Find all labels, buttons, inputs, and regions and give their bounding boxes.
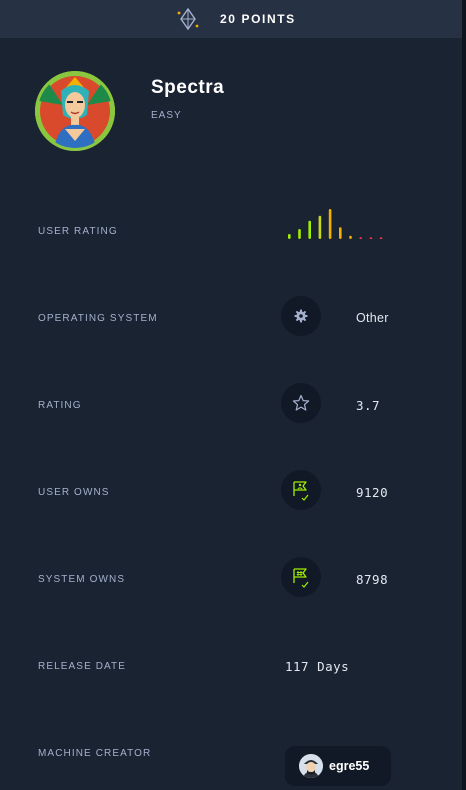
rating-bar-8 [359, 237, 362, 239]
machine-avatar [35, 71, 115, 151]
rating-bar-3 [308, 220, 311, 239]
os-value: Other [356, 311, 389, 325]
user-owns-value: 9120 [356, 485, 389, 500]
rating-bar-6 [339, 227, 342, 239]
release-date-label: RELEASE DATE [38, 661, 127, 672]
points-label: 20 POINTS [220, 12, 296, 26]
rating-bar-4 [318, 215, 322, 239]
os-label: OPERATING SYSTEM [38, 313, 158, 324]
gear-icon [294, 309, 308, 323]
rating-bar-9 [369, 237, 373, 239]
user-owns-label: USER OWNS [38, 487, 110, 498]
rating-bar-7 [349, 235, 352, 239]
rating-icon-circle [281, 383, 321, 423]
user-flag-icon [293, 481, 309, 501]
hexagon-diamond-icon [177, 8, 199, 30]
star-icon [292, 394, 310, 411]
creator-avatar [299, 754, 323, 778]
creator-button[interactable]: egre55 [285, 746, 391, 786]
rating-label: RATING [38, 400, 82, 411]
rating-bar-1 [288, 234, 291, 239]
user-rating-label: USER RATING [38, 226, 118, 237]
release-date-value: 117 Days [285, 659, 350, 674]
user-owns-icon-circle [281, 470, 321, 510]
scrollbar-track[interactable] [462, 0, 466, 790]
rating-value: 3.7 [356, 398, 381, 413]
system-owns-label: SYSTEM OWNS [38, 574, 126, 585]
points-header: 20 POINTS [0, 0, 462, 38]
rating-bar-2 [298, 229, 301, 239]
rating-bar-5 [328, 209, 332, 239]
root-flag-icon [293, 568, 309, 588]
os-icon-circle [281, 296, 321, 336]
machine-creator-label: MACHINE CREATOR [38, 748, 152, 759]
difficulty-label: EASY [151, 110, 182, 121]
rating-bar-10 [379, 237, 383, 239]
user-rating-chart [288, 209, 383, 239]
system-owns-value: 8798 [356, 572, 389, 587]
machine-name: Spectra [151, 77, 225, 98]
system-owns-icon-circle [281, 557, 321, 597]
creator-name: egre55 [329, 759, 370, 773]
